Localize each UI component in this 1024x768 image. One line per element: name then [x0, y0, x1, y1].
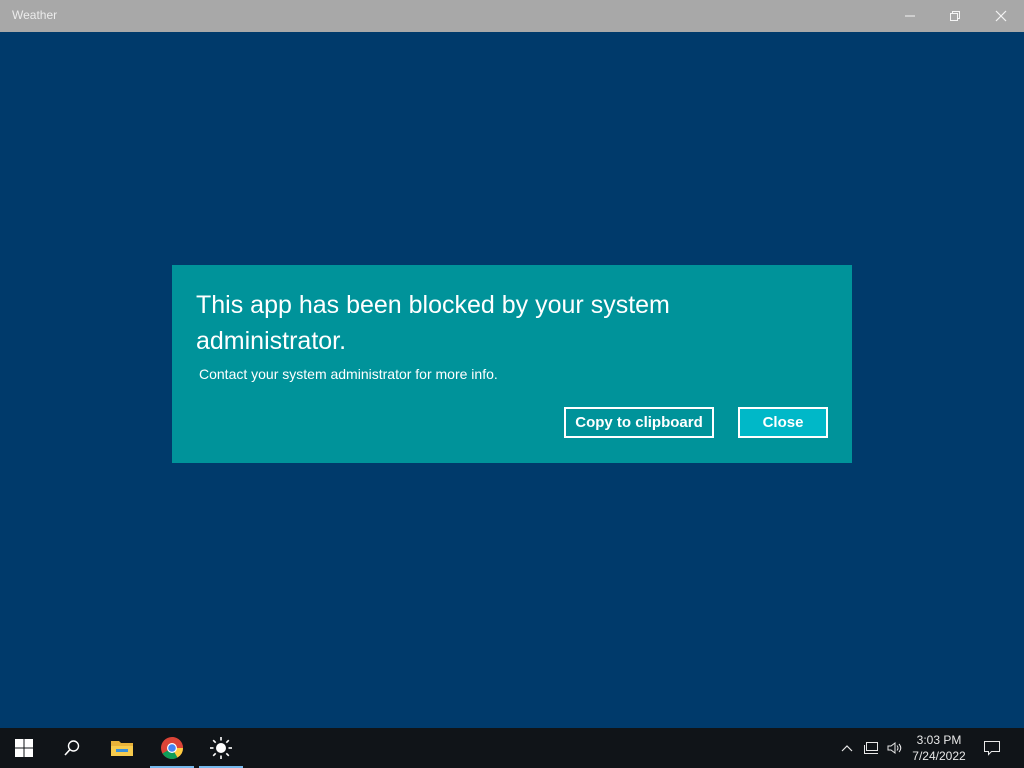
chrome-icon — [161, 737, 183, 759]
dialog-heading: This app has been blocked by your system… — [196, 291, 670, 355]
file-explorer-icon — [111, 741, 133, 756]
weather-sun-icon — [210, 737, 232, 759]
search-button[interactable] — [48, 728, 96, 768]
window-titlebar: Weather — [0, 0, 1024, 32]
close-icon — [995, 10, 1007, 22]
minimize-icon — [905, 15, 915, 17]
window-title: Weather — [12, 8, 58, 22]
chevron-up-icon — [841, 745, 853, 752]
restore-button[interactable] — [932, 0, 978, 32]
copy-to-clipboard-button[interactable]: Copy to clipboard — [564, 407, 714, 438]
search-icon — [64, 740, 80, 756]
volume-icon — [887, 742, 902, 754]
chrome-button[interactable] — [148, 728, 196, 768]
taskbar: 3:03 PM 7/24/2022 — [0, 728, 1024, 768]
file-explorer-button[interactable] — [98, 728, 146, 768]
network-button[interactable] — [860, 728, 882, 768]
clock-date: 7/24/2022 — [912, 749, 966, 763]
restore-icon — [950, 11, 960, 21]
dialog-message: Contact your system administrator for mo… — [199, 366, 498, 382]
start-button[interactable] — [0, 728, 48, 768]
close-button[interactable]: Close — [738, 407, 828, 438]
minimize-button[interactable] — [887, 0, 933, 32]
close-window-button[interactable] — [978, 0, 1024, 32]
windows-start-icon — [15, 739, 33, 757]
blocked-app-dialog: This app has been blocked by your system… — [172, 265, 852, 463]
clock-time: 3:03 PM — [916, 733, 962, 747]
network-icon — [864, 742, 878, 754]
weather-app-button[interactable] — [197, 728, 245, 768]
action-center-icon — [984, 741, 1000, 756]
action-center-button[interactable] — [980, 728, 1004, 768]
clock[interactable]: 3:03 PM 7/24/2022 — [902, 732, 976, 764]
show-hidden-icons-button[interactable] — [836, 728, 858, 768]
